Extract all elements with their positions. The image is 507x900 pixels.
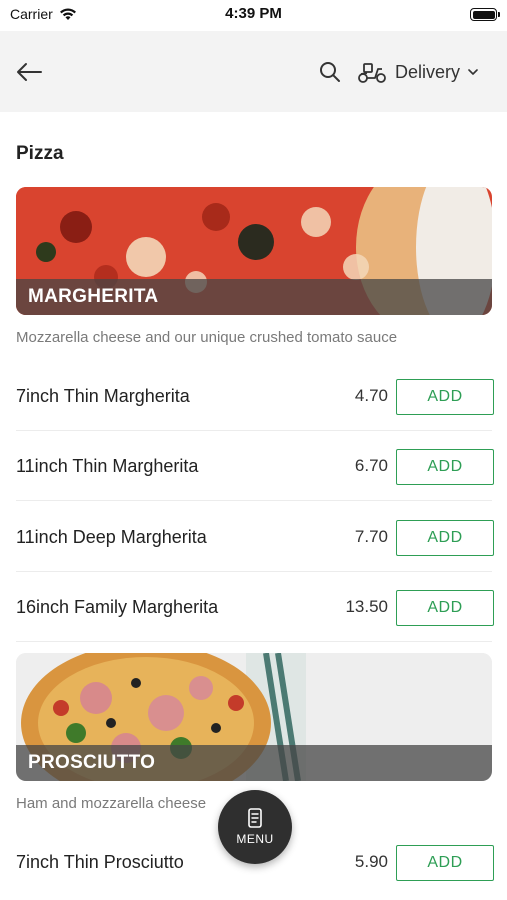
add-button[interactable]: ADD xyxy=(396,449,494,485)
section-title: Pizza xyxy=(16,143,64,164)
menu-item-row: 11inch Thin Margherita 6.70 ADD xyxy=(16,431,494,501)
category-banner-margherita: MARGHERITA xyxy=(16,187,492,315)
item-name: 7inch Thin Prosciutto xyxy=(16,851,184,872)
menu-item-row: 16inch Family Margherita 13.50 ADD xyxy=(16,572,494,642)
item-price: 6.70 xyxy=(354,456,388,475)
menu-item-row: 11inch Deep Margherita 7.70 ADD xyxy=(16,502,494,572)
item-name: 11inch Deep Margherita xyxy=(16,526,207,547)
item-price: 13.50 xyxy=(345,597,388,616)
status-bar: Carrier 4:39 PM xyxy=(0,0,507,30)
chevron-down-icon xyxy=(468,69,478,75)
add-button[interactable]: ADD xyxy=(396,590,494,626)
scooter-icon xyxy=(358,63,386,83)
category-banner-prosciutto: PROSCIUTTO xyxy=(16,653,492,781)
arrow-left-icon xyxy=(17,63,42,81)
category-name: MARGHERITA xyxy=(28,286,159,307)
add-button[interactable]: ADD xyxy=(396,379,494,415)
delivery-label: Delivery xyxy=(395,61,461,82)
search-button[interactable] xyxy=(318,60,342,84)
item-name: 11inch Thin Margherita xyxy=(16,455,199,476)
status-time: 4:39 PM xyxy=(225,5,282,22)
delivery-selector[interactable]: Delivery xyxy=(357,55,478,89)
item-name: 16inch Family Margherita xyxy=(16,596,219,617)
item-price: 5.90 xyxy=(354,852,388,871)
item-price: 7.70 xyxy=(354,527,388,546)
add-button[interactable]: ADD xyxy=(396,845,494,881)
category-description: Mozzarella cheese and our unique crushed… xyxy=(16,329,398,346)
back-button[interactable] xyxy=(14,57,44,87)
add-button[interactable]: ADD xyxy=(396,520,494,556)
menu-item-row: 7inch Thin Margherita 4.70 ADD xyxy=(16,361,494,431)
row-divider xyxy=(16,641,492,642)
search-icon xyxy=(320,62,340,82)
nav-bar: Delivery xyxy=(0,31,507,112)
category-name: PROSCIUTTO xyxy=(28,752,156,773)
item-price: 4.70 xyxy=(354,386,388,405)
menu-card-icon xyxy=(248,808,262,828)
row-divider xyxy=(16,500,492,501)
menu-fab-label: MENU xyxy=(236,832,274,846)
menu-fab-button[interactable]: MENU xyxy=(218,790,292,864)
item-name: 7inch Thin Margherita xyxy=(16,385,190,406)
category-description: Ham and mozzarella cheese xyxy=(16,795,207,812)
battery-icon xyxy=(470,8,500,21)
